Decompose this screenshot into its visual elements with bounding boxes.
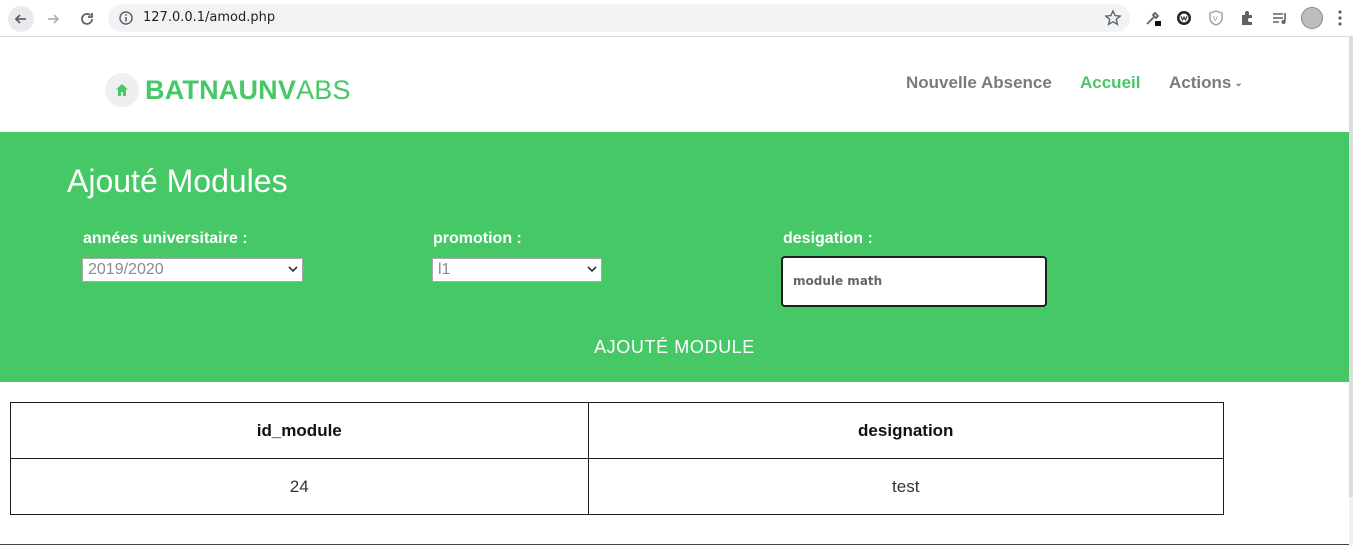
- media-queue-icon[interactable]: [1270, 8, 1290, 28]
- arrow-left-icon: [14, 14, 26, 24]
- back-button[interactable]: [8, 6, 34, 32]
- svg-text:V: V: [1213, 15, 1218, 23]
- add-module-button[interactable]: AJOUTÉ MODULE: [0, 337, 1349, 358]
- nav-actions-label: Actions: [1169, 73, 1232, 92]
- chevron-down-icon: ⌄: [1234, 78, 1243, 89]
- page-scrollbar[interactable]: [1349, 37, 1353, 546]
- year-select-value: 2019/2020: [88, 261, 164, 278]
- year-label: années universitaire :: [83, 230, 248, 247]
- eyedropper-extension-icon[interactable]: [1143, 8, 1163, 28]
- brand-name: BATNAUNVABS: [145, 75, 351, 105]
- nav-actions[interactable]: Actions ⌄: [1169, 73, 1243, 93]
- page-content: BATNAUNVABS Nouvelle Absence Accueil Act…: [0, 37, 1353, 546]
- nav-accueil[interactable]: Accueil: [1080, 73, 1140, 93]
- footer-divider: [0, 544, 1349, 545]
- modules-table: id_module designation 24 test: [10, 402, 1225, 515]
- column-header-id-module: id_module: [10, 402, 589, 459]
- designation-label: desigation :: [783, 230, 873, 247]
- promotion-select[interactable]: l1: [432, 258, 602, 282]
- kebab-menu-icon[interactable]: [1336, 8, 1344, 28]
- arrow-right-icon: [48, 14, 60, 24]
- wordpress-extension-icon[interactable]: [1174, 8, 1194, 28]
- table-row: 24 test: [10, 458, 1225, 515]
- scrollbar-thumb[interactable]: [1349, 37, 1353, 497]
- add-module-button-label: AJOUTÉ MODULE: [594, 337, 755, 357]
- info-icon[interactable]: [118, 10, 134, 26]
- column-header-designation: designation: [587, 402, 1225, 459]
- brand-bold: BATNAUNV: [145, 75, 297, 105]
- cell-id-module: 24: [10, 458, 589, 515]
- puzzle-extensions-icon[interactable]: [1238, 8, 1258, 28]
- brand-light: ABS: [296, 75, 351, 105]
- bookmark-star-icon[interactable]: [1104, 9, 1122, 27]
- nav-nouvelle-absence[interactable]: Nouvelle Absence: [906, 73, 1052, 93]
- promotion-label: promotion :: [433, 230, 522, 247]
- site-navbar: BATNAUNVABS Nouvelle Absence Accueil Act…: [0, 37, 1349, 132]
- promotion-select-value: l1: [438, 261, 451, 278]
- address-bar[interactable]: 127.0.0.1/amod.php: [108, 4, 1130, 32]
- shield-extension-icon[interactable]: V: [1206, 8, 1226, 28]
- brand-logo[interactable]: BATNAUNVABS: [105, 73, 351, 107]
- forward-button[interactable]: [40, 6, 66, 32]
- chevron-down-icon: [587, 266, 597, 273]
- profile-avatar-icon[interactable]: [1301, 7, 1323, 29]
- cell-designation: test: [587, 458, 1225, 515]
- reload-button[interactable]: [74, 6, 100, 32]
- home-icon: [105, 73, 139, 107]
- table-header-row: id_module designation: [10, 402, 1225, 459]
- designation-input[interactable]: module math: [781, 256, 1047, 307]
- page-title: Ajouté Modules: [67, 163, 288, 199]
- reload-icon: [81, 13, 93, 25]
- year-select[interactable]: 2019/2020: [82, 258, 303, 282]
- chevron-down-icon: [288, 266, 298, 273]
- browser-toolbar: 127.0.0.1/amod.php V: [0, 0, 1353, 37]
- add-module-form: Ajouté Modules années universitaire : 20…: [0, 132, 1349, 382]
- url-text: 127.0.0.1/amod.php: [143, 10, 276, 25]
